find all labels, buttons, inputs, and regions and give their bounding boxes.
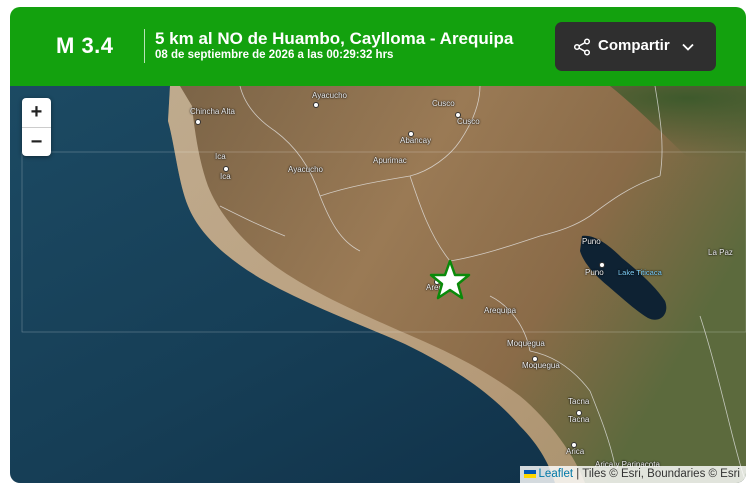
share-button[interactable]: Compartir [555, 22, 716, 71]
city-marker [532, 356, 538, 362]
map-attribution: Leaflet | Tiles © Esri, Boundaries © Esr… [519, 466, 746, 483]
map-label-city: Cusco [457, 117, 480, 126]
city-marker [408, 131, 414, 137]
city-marker [576, 410, 582, 416]
epicenter-star-icon[interactable] [429, 259, 471, 301]
city-marker [599, 262, 605, 268]
map-label-region: Moquegua [507, 339, 545, 348]
city-marker [195, 119, 201, 125]
city-marker [313, 102, 319, 108]
map-label-region: Arequipa [484, 306, 517, 315]
map-label-city: Arica [566, 447, 585, 456]
map-label-region: Ica [215, 152, 226, 161]
zoom-in-button[interactable]: + [22, 98, 51, 127]
chevron-down-icon [682, 43, 694, 51]
city-marker [223, 166, 229, 172]
map-label-region: Puno [582, 237, 601, 246]
map-label-city: Abancay [400, 136, 432, 145]
header-divider [144, 29, 145, 63]
map-label-water: Lake Titicaca [618, 268, 662, 277]
map-label-region: Tacna [568, 397, 590, 406]
ukraine-flag-icon [523, 469, 536, 478]
magnitude-label: M 3.4 [56, 33, 114, 58]
leaflet-link[interactable]: Leaflet [539, 468, 574, 480]
map-label-city: Tacna [568, 415, 590, 424]
event-datetime: 08 de septiembre de 2026 a las 00:29:32 … [155, 49, 394, 61]
tiles-attribution: | Tiles © Esri, Boundaries © Esri [573, 468, 740, 480]
event-location: 5 km al NO de Huambo, Caylloma - Arequip… [155, 29, 514, 48]
map-view[interactable]: Chincha Alta Ayacucho Cusco Cusco Abanca… [10, 86, 746, 483]
event-header: M 3.4 5 km al NO de Huambo, Caylloma - A… [10, 7, 746, 86]
map-label-region: Ayacucho [288, 165, 323, 174]
city-marker [455, 112, 461, 118]
map-label-city: Ayacucho [312, 91, 347, 100]
zoom-control: + − [22, 98, 51, 156]
earthquake-card: M 3.4 5 km al NO de Huambo, Caylloma - A… [10, 7, 746, 483]
map-label-city: Ica [220, 172, 231, 181]
map-label-city: Chincha Alta [190, 107, 235, 116]
map-label-region: Cusco [432, 99, 455, 108]
map-label-region: La Paz [708, 248, 733, 257]
share-icon [573, 38, 591, 56]
share-button-label: Compartir [598, 37, 670, 54]
satellite-basemap [10, 86, 746, 483]
city-marker [571, 442, 577, 448]
map-label-region: Apurimac [373, 156, 407, 165]
zoom-out-button[interactable]: − [22, 127, 51, 156]
map-label-city: Puno [585, 268, 604, 277]
map-label-city: Moquegua [522, 361, 560, 370]
